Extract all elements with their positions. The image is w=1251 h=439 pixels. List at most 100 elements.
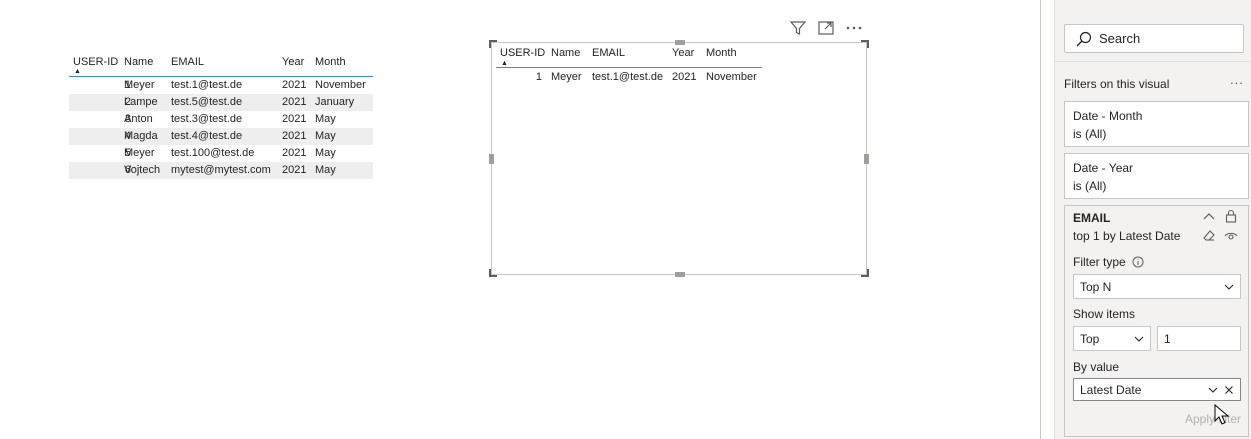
filter-card-summary: is (All) (1073, 127, 1107, 141)
resize-handle[interactable] (489, 40, 497, 48)
chevron-down-icon (1134, 336, 1144, 342)
info-icon[interactable] (1132, 256, 1144, 268)
cell-name: Magda (124, 130, 158, 142)
cell-email: test.4@test.de (171, 130, 243, 142)
more-options-icon[interactable]: ... (1230, 72, 1244, 87)
cell-user-id: 1 (535, 71, 542, 83)
table-header: USER-ID ▲ Name EMAIL Year Month (496, 44, 762, 68)
resize-handle[interactable] (861, 269, 869, 277)
filter-card-date-year[interactable]: Date - Year is (All) (1064, 153, 1249, 199)
resize-handle[interactable] (489, 269, 497, 277)
cell-month: November (315, 79, 366, 91)
chevron-down-icon (1224, 284, 1234, 290)
cell-name: Meyer (124, 79, 155, 91)
cell-name: Meyer (124, 147, 155, 159)
filter-card-email: EMAIL top 1 by Latest Date Filter type T… (1064, 205, 1249, 437)
cell-year: 2021 (282, 164, 307, 176)
chevron-down-icon[interactable] (1208, 385, 1218, 395)
resize-handle[interactable] (489, 154, 494, 164)
main-table[interactable]: USER-ID ▲ Name EMAIL Year Month 1 Meyer … (69, 52, 373, 179)
filtered-table[interactable]: USER-ID ▲ Name EMAIL Year Month 1 Meyer … (496, 44, 762, 88)
cell-year: 2021 (282, 79, 307, 91)
cell-email: test.5@test.de (171, 96, 243, 108)
cell-email: test.100@test.de (171, 147, 255, 159)
cell-email: mytest@mytest.com (171, 164, 271, 176)
show-items-count-value: 1 (1164, 332, 1171, 346)
resize-handle[interactable] (864, 154, 869, 164)
clear-filter-icon[interactable] (1202, 229, 1216, 243)
table-row: 3 Anton test.3@test.de 2021 May (69, 111, 373, 128)
resize-handle[interactable] (675, 272, 685, 277)
cell-month: May (315, 130, 336, 142)
visual-header (789, 19, 863, 37)
cell-name: Meyer (551, 71, 582, 83)
search-placeholder: Search (1099, 31, 1141, 46)
mouse-cursor-icon (1214, 404, 1230, 425)
table-row: 1 Meyer test.1@test.de 2021 November (496, 69, 762, 88)
lock-icon[interactable] (1224, 209, 1238, 223)
cell-year: 2021 (282, 113, 307, 125)
column-header-month[interactable]: Month (315, 54, 346, 71)
table-row: 6 Vojtech mytest@mytest.com 2021 May (69, 162, 373, 179)
cell-email: test.3@test.de (171, 113, 243, 125)
selected-table-visual[interactable]: USER-ID ▲ Name EMAIL Year Month 1 Meyer … (489, 40, 869, 277)
divider (1055, 61, 1251, 62)
cell-year: 2021 (282, 147, 307, 159)
cell-month: January (315, 96, 355, 108)
resize-handle[interactable] (861, 40, 869, 48)
report-canvas: USER-ID ▲ Name EMAIL Year Month 1 Meyer … (0, 0, 1251, 439)
filter-card-summary: top 1 by Latest Date (1073, 229, 1181, 243)
cell-month: May (315, 113, 336, 125)
filters-pane: Search Filters on this visual ... Date -… (1054, 0, 1251, 439)
column-header-email[interactable]: EMAIL (592, 45, 625, 62)
show-items-direction-value: Top (1080, 332, 1100, 346)
table-header: USER-ID ▲ Name EMAIL Year Month (69, 52, 373, 77)
table-row: 4 Magda test.4@test.de 2021 May (69, 128, 373, 145)
cell-name: Anton (124, 113, 153, 125)
show-items-count-input[interactable]: 1 (1157, 326, 1241, 351)
filter-card-title: EMAIL (1073, 211, 1111, 225)
filter-search-box[interactable]: Search (1064, 24, 1244, 53)
filter-icon[interactable] (789, 19, 807, 37)
sort-ascending-icon: ▲ (501, 60, 508, 67)
filter-card-date-month[interactable]: Date - Month is (All) (1064, 101, 1249, 147)
filter-card-title: Date - Month (1073, 109, 1143, 123)
cell-year: 2021 (282, 96, 307, 108)
cell-year: 2021 (282, 130, 307, 142)
collapse-icon[interactable] (1202, 210, 1216, 224)
column-header-name[interactable]: Name (551, 45, 580, 62)
filter-card-summary: is (All) (1073, 179, 1107, 193)
cell-name: Lampe (124, 96, 158, 108)
filter-card-title: Date - Year (1073, 161, 1134, 175)
remove-field-icon[interactable] (1224, 385, 1234, 395)
column-header-year[interactable]: Year (282, 54, 304, 71)
cell-month: May (315, 147, 336, 159)
column-header-name[interactable]: Name (124, 54, 153, 71)
filter-type-label: Filter type (1073, 255, 1126, 269)
cell-month: May (315, 164, 336, 176)
pane-divider (1040, 0, 1041, 439)
show-items-label: Show items (1073, 307, 1136, 321)
table-row: 5 Meyer test.100@test.de 2021 May (69, 145, 373, 162)
resize-handle[interactable] (675, 40, 685, 45)
show-items-direction-dropdown[interactable]: Top (1073, 326, 1151, 351)
by-value-label: By value (1073, 360, 1120, 374)
focus-mode-icon[interactable] (817, 19, 835, 37)
table-row: 1 Meyer test.1@test.de 2021 November (69, 77, 373, 94)
visibility-icon[interactable] (1224, 229, 1238, 243)
column-header-year[interactable]: Year (672, 45, 694, 62)
column-header-email[interactable]: EMAIL (171, 54, 204, 71)
filter-type-dropdown[interactable]: Top N (1073, 274, 1241, 299)
column-header-month[interactable]: Month (706, 45, 737, 62)
cell-year: 2021 (672, 71, 697, 83)
search-icon (1075, 30, 1093, 48)
cell-name: Vojtech (124, 164, 161, 176)
section-title: Filters on this visual (1064, 77, 1170, 91)
sort-ascending-icon: ▲ (74, 68, 81, 75)
table-row: 2 Lampe test.5@test.de 2021 January (69, 94, 373, 111)
by-value-field: Latest Date (1080, 383, 1142, 397)
by-value-field-well[interactable]: Latest Date (1073, 378, 1241, 401)
cell-month: November (706, 71, 757, 83)
more-options-icon[interactable] (845, 19, 863, 37)
cell-email: test.1@test.de (171, 79, 243, 91)
